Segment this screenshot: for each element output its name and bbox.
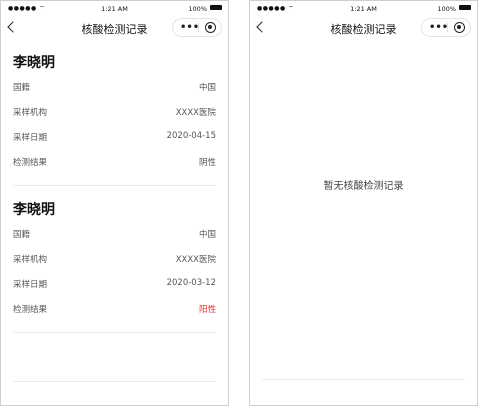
field-value: XXXX医院 bbox=[175, 108, 216, 118]
record-row-date: 采样日期 2020-03-12 bbox=[13, 271, 216, 296]
record-row-nationality: 国籍 中国 bbox=[13, 74, 216, 99]
mini-program-capsule: ••• bbox=[172, 18, 222, 37]
battery-percent: 100% bbox=[188, 5, 207, 13]
field-label: 采样机构 bbox=[13, 108, 48, 118]
battery-icon bbox=[210, 5, 222, 10]
record-row-institution: 采样机构 XXXX医院 bbox=[13, 99, 216, 124]
field-label: 采样日期 bbox=[13, 280, 48, 290]
field-value: 中国 bbox=[198, 83, 216, 93]
capsule-divider bbox=[447, 23, 448, 32]
field-label: 采样日期 bbox=[13, 133, 48, 143]
close-icon[interactable] bbox=[454, 22, 465, 33]
field-label: 国籍 bbox=[13, 83, 31, 93]
result-negative: 阴性 bbox=[198, 158, 216, 168]
record-name: 李晓明 bbox=[13, 202, 55, 218]
field-value: XXXX医院 bbox=[175, 255, 216, 265]
result-positive: 阳性 bbox=[198, 305, 216, 315]
more-icon[interactable]: ••• bbox=[429, 19, 448, 36]
status-bar: ●●●●● ⌔ 1:21 AM 100% bbox=[1, 1, 228, 15]
nav-bar: 核酸检测记录 ••• bbox=[1, 15, 228, 41]
field-label: 采样机构 bbox=[13, 255, 48, 265]
empty-state-message: 暂无核酸检测记录 bbox=[323, 181, 404, 192]
records-screen: ●●●●● ⌔ 1:21 AM 100% 核酸检测记录 ••• 李晓明 国籍 中… bbox=[0, 0, 229, 406]
record-divider bbox=[13, 185, 216, 186]
more-icon[interactable]: ••• bbox=[180, 19, 199, 36]
battery-percent: 100% bbox=[437, 5, 456, 13]
list-bottom-divider bbox=[13, 381, 216, 382]
close-icon[interactable] bbox=[205, 22, 216, 33]
field-value: 2020-03-12 bbox=[166, 278, 216, 288]
nav-bar: 核酸检测记录 ••• bbox=[250, 15, 477, 41]
record-divider bbox=[13, 332, 216, 333]
record-row-institution: 采样机构 XXXX医院 bbox=[13, 246, 216, 271]
status-bar: ●●●●● ⌔ 1:21 AM 100% bbox=[250, 1, 477, 15]
mini-program-capsule: ••• bbox=[421, 18, 471, 37]
field-label: 检测结果 bbox=[13, 158, 48, 168]
field-label: 国籍 bbox=[13, 230, 31, 240]
empty-records-screen: ●●●●● ⌔ 1:21 AM 100% 核酸检测记录 ••• 暂无核酸检测记录 bbox=[249, 0, 478, 406]
record-row-result: 检测结果 阳性 bbox=[13, 296, 216, 321]
field-value: 中国 bbox=[198, 230, 216, 240]
record-row-result: 检测结果 阴性 bbox=[13, 149, 216, 174]
battery-icon bbox=[459, 5, 471, 10]
record-card: 李晓明 国籍 中国 采样机构 XXXX医院 采样日期 2020-04-15 检测… bbox=[13, 52, 216, 174]
record-name: 李晓明 bbox=[13, 55, 55, 71]
record-card: 李晓明 国籍 中国 采样机构 XXXX医院 采样日期 2020-03-12 检测… bbox=[13, 199, 216, 321]
field-value: 2020-04-15 bbox=[166, 131, 216, 141]
field-label: 检测结果 bbox=[13, 305, 48, 315]
capsule-divider bbox=[198, 23, 199, 32]
record-row-date: 采样日期 2020-04-15 bbox=[13, 124, 216, 149]
list-bottom-divider bbox=[262, 379, 465, 380]
record-row-nationality: 国籍 中国 bbox=[13, 221, 216, 246]
